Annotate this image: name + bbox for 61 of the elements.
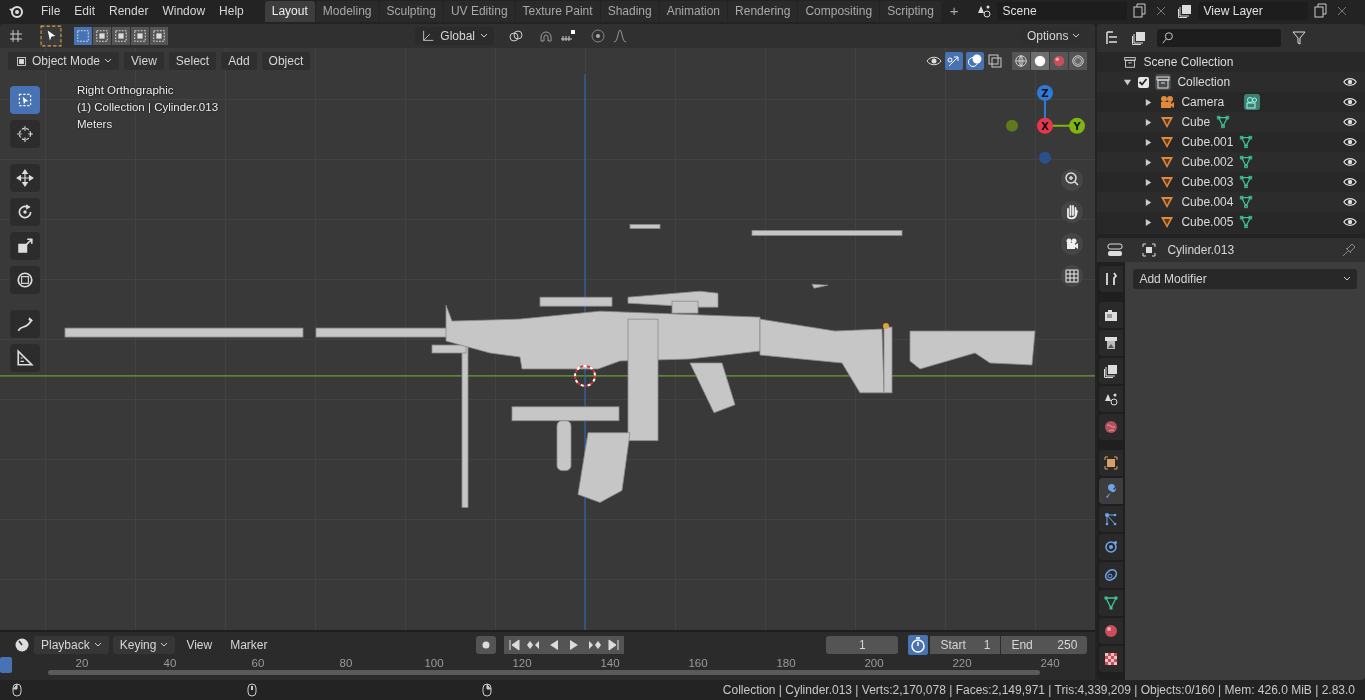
- viewport-info-text: Right Orthographic: [77, 84, 175, 96]
- frame-number: 20: [74, 657, 90, 669]
- workspace-tab[interactable]: Texture Paint: [515, 1, 600, 22]
- menu-item[interactable]: Help: [212, 4, 251, 18]
- add-modifier-dropdown[interactable]: Add Modifier: [1133, 269, 1357, 289]
- frame-number: 100: [423, 657, 445, 669]
- header-menu[interactable]: View: [124, 52, 164, 70]
- outliner-item[interactable]: Collection: [1177, 75, 1231, 89]
- header-menu[interactable]: Object: [261, 52, 311, 70]
- header-menu[interactable]: Add: [221, 52, 257, 70]
- menu-item[interactable]: Window: [155, 4, 213, 18]
- workspace-tab[interactable]: UV Editing: [443, 1, 515, 22]
- workspace-tab[interactable]: Sculpting: [379, 1, 443, 22]
- workspace-tab[interactable]: Animation: [659, 1, 728, 22]
- header-menu[interactable]: Select: [168, 52, 217, 70]
- outliner-item[interactable]: Cube.001: [1181, 135, 1234, 149]
- outliner-item[interactable]: Cube.002: [1181, 155, 1234, 169]
- workspace-tab[interactable]: Layout: [264, 1, 315, 22]
- outliner-item[interactable]: Cube: [1181, 115, 1211, 129]
- gizmo-axis-handle[interactable]: X: [1037, 117, 1053, 134]
- timeline-menu[interactable]: Keying: [112, 635, 176, 654]
- frame-number: 180: [775, 657, 797, 669]
- timeline-menu[interactable]: View: [179, 637, 220, 652]
- scene-field[interactable]: Scene: [996, 2, 1127, 20]
- gizmo-axis-handle[interactable]: Y: [1069, 117, 1085, 134]
- gizmo-axis-handle[interactable]: Z: [1037, 84, 1053, 101]
- frame-number: 200: [863, 657, 885, 669]
- frame-number: 140: [599, 657, 621, 669]
- frame-number: 120: [511, 657, 533, 669]
- viewport-info-text: Meters: [77, 118, 114, 130]
- outliner-item[interactable]: Cube.005: [1181, 215, 1234, 229]
- frame-number: 220: [951, 657, 973, 669]
- viewport-info-text: (1) Collection | Cylinder.013: [77, 101, 219, 113]
- orientation-dropdown[interactable]: Global: [415, 27, 495, 45]
- workspace-tab[interactable]: Rendering: [728, 1, 798, 22]
- frame-number: 240: [1039, 657, 1061, 669]
- menu-item[interactable]: Edit: [67, 4, 103, 18]
- outliner-item[interactable]: Scene Collection: [1143, 55, 1234, 69]
- view-layer-field[interactable]: View Layer: [1197, 2, 1308, 20]
- frame-number: 60: [250, 657, 266, 669]
- object-name: Cylinder.013: [1167, 243, 1235, 257]
- end-frame-field[interactable]: End 250: [1001, 635, 1088, 654]
- menu-item[interactable]: File: [34, 4, 68, 18]
- outliner-item[interactable]: Camera: [1181, 95, 1225, 109]
- menu-item[interactable]: Render: [102, 4, 156, 18]
- mode-dropdown[interactable]: Object Mode: [8, 52, 120, 70]
- frame-number: 160: [687, 657, 709, 669]
- add-workspace-button[interactable]: +: [941, 2, 967, 22]
- current-frame-field[interactable]: 1: [826, 635, 899, 654]
- timeline-menu[interactable]: Marker: [223, 637, 275, 652]
- outliner-item[interactable]: Cube.004: [1181, 195, 1234, 209]
- outliner-item[interactable]: Cube.003: [1181, 175, 1234, 189]
- frame-number: 80: [338, 657, 354, 669]
- timeline-menu[interactable]: Playback: [34, 635, 109, 654]
- workspace-tab[interactable]: Modeling: [315, 1, 379, 22]
- workspace-tab[interactable]: Shading: [600, 1, 659, 22]
- frame-number: 40: [162, 657, 178, 669]
- workspace-tab[interactable]: Scripting: [880, 1, 941, 22]
- start-frame-field[interactable]: Start 1: [930, 635, 1001, 654]
- status-text: Collection | Cylinder.013 | Verts:2,170,078 | Faces:2,149,971 | Tris:4,339,209 | Objects:0/160 | Mem: 426.0 MiB | 2.83.0: [722, 683, 1355, 697]
- workspace-tab[interactable]: Compositing: [798, 1, 880, 22]
